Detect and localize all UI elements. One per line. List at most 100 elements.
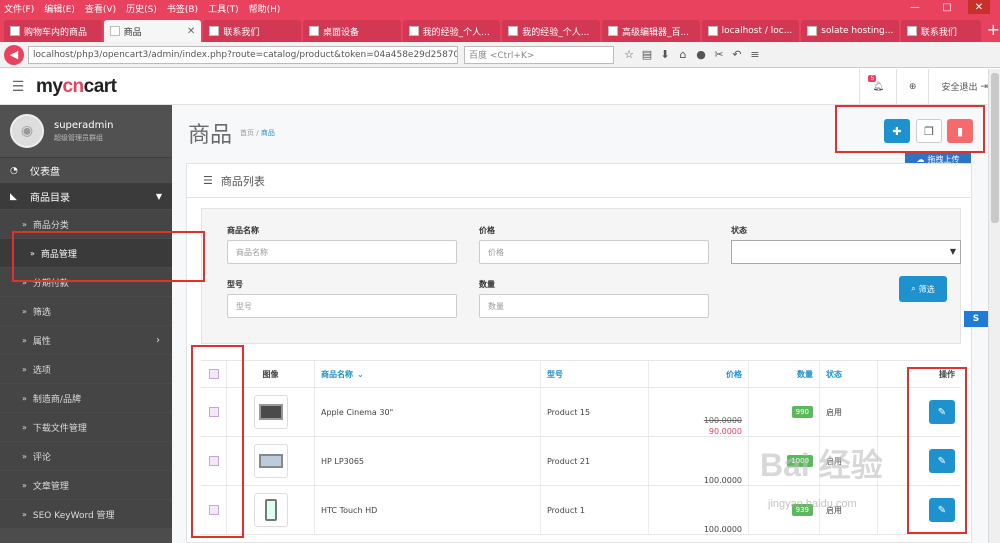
address-bar[interactable]: localhost/php3/opencart3/admin/index.php… (28, 45, 458, 64)
browser-tab[interactable]: 桌面设备 (302, 20, 401, 42)
sidebar-item-products[interactable]: » 商品管理 (0, 238, 172, 267)
menu-bookmarks[interactable]: 书签(B) (167, 2, 198, 15)
browser-tab[interactable]: localhost / loc... (701, 20, 800, 42)
product-model: Product 21 (541, 437, 649, 485)
browser-tab[interactable]: 我的经验_个人... (402, 20, 501, 42)
product-status: 启用 (820, 388, 878, 436)
minimize-icon[interactable]: — (904, 0, 926, 14)
page-icon (10, 26, 20, 36)
edit-button[interactable]: ✎ (929, 400, 955, 424)
row-checkbox[interactable] (208, 407, 219, 417)
header-quantity[interactable]: 数量 (749, 361, 820, 387)
undo-icon[interactable]: ↶ (728, 48, 746, 61)
header-model[interactable]: 型号 (541, 361, 649, 387)
product-name: HTC Touch HD (315, 486, 541, 534)
header-price[interactable]: 价格 (649, 361, 749, 387)
sidebar-item-reviews[interactable]: » 评论 (0, 441, 172, 470)
search-box[interactable]: 百度 <Ctrl+K> (464, 45, 614, 64)
browser-tab[interactable]: 联系我们 (203, 20, 301, 42)
browser-tab[interactable]: 高级编辑器_百... (601, 20, 700, 42)
watermark: Bai 经验 (760, 447, 883, 483)
tag-icon: ◣ (10, 191, 17, 202)
product-thumbnail-laptop[interactable] (253, 444, 288, 478)
star-icon[interactable]: ☆ (620, 48, 638, 61)
reader-icon[interactable]: ▤ (638, 48, 656, 61)
browser-menubar: 文件(F) 编辑(E) 查看(V) 历史(S) 书签(B) 工具(T) 帮助(H… (0, 0, 1000, 16)
close-window-icon[interactable]: ✕ (968, 0, 990, 14)
copy-product-button[interactable]: ❐ (916, 119, 942, 143)
browser-tab[interactable]: 联系我们 (900, 20, 981, 42)
sidebar-item-downloads[interactable]: » 下载文件管理 (0, 412, 172, 441)
row-checkbox[interactable] (208, 505, 219, 515)
page-icon (807, 26, 818, 36)
home-icon[interactable]: ⌂ (674, 48, 692, 61)
pencil-icon: ✎ (937, 406, 947, 418)
help-button[interactable]: ⊕ (895, 68, 929, 105)
double-angle-icon: » (22, 306, 27, 316)
panel-heading: ☰ 商品列表 (187, 164, 971, 198)
delete-product-button[interactable]: ▮ (947, 119, 973, 143)
header-name[interactable]: 商品名称 ⌄ (315, 361, 541, 387)
browser-tab[interactable]: 我的经验_个人... (502, 20, 600, 42)
scrollbar-thumb[interactable] (991, 73, 999, 223)
caret-down-icon: ▼ (949, 247, 956, 256)
menu-history[interactable]: 历史(S) (126, 2, 157, 15)
breadcrumb-home[interactable]: 首页 (240, 129, 254, 137)
select-all-checkbox[interactable] (208, 369, 219, 379)
product-thumbnail-phone[interactable] (253, 493, 288, 527)
sidebar-item-dashboard[interactable]: ◔ 仪表盘 (0, 157, 172, 183)
browser-tab-strip: 购物车内的商品 商品 ✕ 联系我们 桌面设备 我的经验_个人... 我的经验_个人… (0, 16, 1000, 42)
filter-price-input[interactable]: 价格 (479, 240, 709, 264)
breadcrumb: 首页 / 商品 (240, 129, 275, 137)
sidebar-item-recurring[interactable]: » 分期付款 (0, 267, 172, 296)
sidebar-item-manufacturers[interactable]: » 制造商/品牌 (0, 383, 172, 412)
filter-status-select[interactable]: ▼ (731, 240, 961, 264)
new-tab-icon[interactable]: + (987, 20, 1000, 39)
filter-name-group: 商品名称 商品名称 (227, 225, 457, 264)
maximize-icon[interactable]: □ (936, 0, 958, 14)
back-arrow-icon[interactable]: ◀ (4, 44, 24, 65)
edit-button[interactable]: ✎ (929, 449, 955, 473)
close-tab-icon[interactable]: ✕ (187, 26, 195, 37)
page-scrollbar[interactable] (988, 69, 1000, 543)
product-thumbnail-monitor[interactable] (253, 395, 288, 429)
sidebar-item-attributes[interactable]: » 属性 › (0, 325, 172, 354)
chat-icon[interactable]: ● (692, 48, 710, 61)
browser-tab[interactable]: solate hosting... (801, 20, 899, 42)
add-product-button[interactable]: ✚ (884, 119, 910, 143)
edit-button[interactable]: ✎ (929, 498, 955, 522)
browser-tab[interactable]: 购物车内的商品 (4, 20, 102, 42)
menu-icon[interactable]: ≡ (746, 48, 764, 61)
filter-name-input[interactable]: 商品名称 (227, 240, 457, 264)
screenshot-icon[interactable]: ✂ (710, 48, 728, 61)
menu-view[interactable]: 查看(V) (85, 2, 116, 15)
sidebar-item-filters[interactable]: » 筛选 (0, 296, 172, 325)
filter-button[interactable]: ⌕ 筛选 (899, 276, 947, 302)
filter-model-input[interactable]: 型号 (227, 294, 457, 318)
sidebar-item-catalog[interactable]: ◣ 商品目录 ▼ (0, 183, 172, 209)
sidebar-item-articles[interactable]: » 文章管理 (0, 470, 172, 499)
page-icon (308, 26, 319, 36)
menu-tools[interactable]: 工具(T) (208, 2, 239, 15)
logo[interactable]: mycncart (36, 76, 117, 98)
notification-button[interactable]: 5 🔔︎ (859, 68, 895, 105)
window-controls: — □ ✕ (904, 0, 1000, 14)
menu-edit[interactable]: 编辑(E) (44, 2, 75, 15)
filter-quantity-input[interactable]: 数量 (479, 294, 709, 318)
hamburger-icon[interactable]: ☰ (0, 79, 36, 95)
user-role: 超级管理员群组 (54, 133, 103, 142)
row-checkbox[interactable] (208, 456, 219, 466)
menu-help[interactable]: 帮助(H) (249, 2, 281, 15)
sidebar-item-categories[interactable]: » 商品分类 (0, 209, 172, 238)
browser-tab-active[interactable]: 商品 ✕ (103, 20, 202, 42)
sidebar-item-options[interactable]: » 选项 (0, 354, 172, 383)
breadcrumb-current[interactable]: 商品 (261, 129, 275, 137)
download-icon[interactable]: ⬇ (656, 48, 674, 61)
app-header: ☰ mycncart 5 🔔︎ ⊕ 安全退出 ⇥ (0, 68, 1000, 105)
menu-file[interactable]: 文件(F) (4, 2, 34, 15)
notification-badge: 5 (868, 74, 877, 82)
sidebar-item-seo-keyword[interactable]: » SEO KeyWord 管理 (0, 499, 172, 528)
ime-widget-icon[interactable]: S (964, 311, 988, 327)
header-status[interactable]: 状态 (820, 361, 878, 387)
list-icon: ☰ (203, 174, 213, 187)
